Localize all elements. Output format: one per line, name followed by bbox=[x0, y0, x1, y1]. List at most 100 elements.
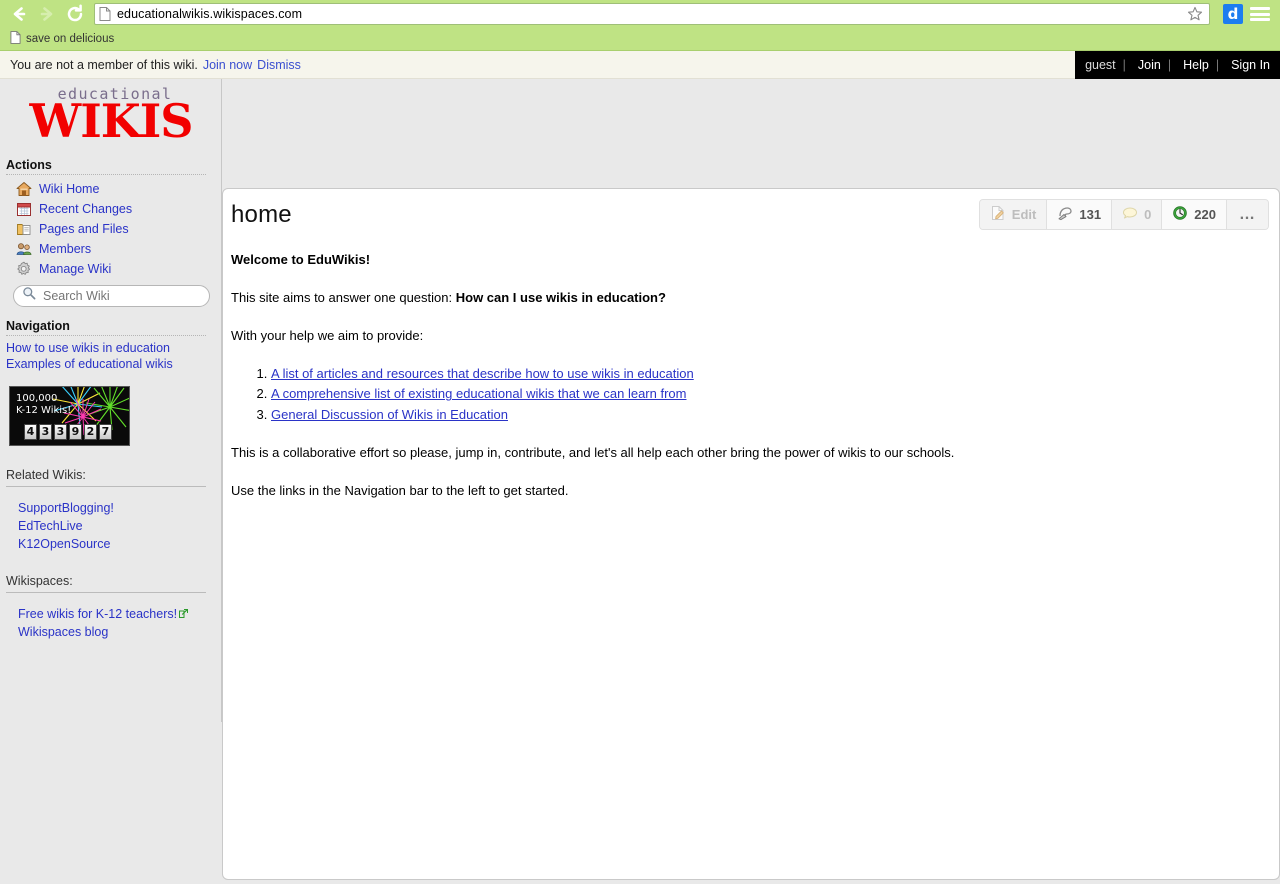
article-link-general-discussion[interactable]: General Discussion of Wikis in Education bbox=[271, 407, 508, 422]
forward-arrow-icon[interactable] bbox=[34, 1, 60, 27]
pages-edits-icon bbox=[1057, 205, 1073, 224]
related-link-edtechlive[interactable]: EdTechLive bbox=[0, 517, 222, 535]
counter-digit: 3 bbox=[54, 423, 67, 440]
user-account-bar: guest | Join | Help | Sign In bbox=[1075, 51, 1280, 79]
comments-count-label: 0 bbox=[1144, 207, 1152, 222]
page-body: educational WIKIS Actions Wiki Home Rece… bbox=[0, 79, 1280, 882]
address-bar[interactable]: educationalwikis.wikispaces.com bbox=[94, 3, 1210, 25]
list-item: A comprehensive list of existing educati… bbox=[271, 385, 1261, 404]
sidebar-item-label: Members bbox=[39, 241, 92, 256]
edit-label: Edit bbox=[1011, 207, 1037, 222]
browser-chrome: educationalwikis.wikispaces.com d save o… bbox=[0, 0, 1280, 51]
counter-digit: 3 bbox=[39, 423, 52, 440]
counter-line2: K-12 Wikis! bbox=[16, 404, 72, 416]
back-arrow-icon[interactable] bbox=[6, 1, 32, 27]
main-area: Edit 131 0 220 … home Welcome to EduWiki… bbox=[222, 79, 1280, 882]
aim-prefix: This site aims to answer one question: bbox=[231, 289, 456, 305]
article-link-list-of-articles[interactable]: A list of articles and resources that de… bbox=[271, 366, 694, 381]
separator: | bbox=[1122, 58, 1126, 72]
navigation-heading: Navigation bbox=[6, 318, 70, 333]
welcome-heading: Welcome to EduWikis! bbox=[231, 252, 371, 267]
delicious-extension-icon[interactable]: d bbox=[1223, 4, 1243, 24]
aim-paragraph: This site aims to answer one question: H… bbox=[231, 289, 1261, 308]
wikispaces-link-blog[interactable]: Wikispaces blog bbox=[0, 623, 222, 641]
sidebar-item-label: Manage Wiki bbox=[39, 261, 112, 276]
more-options-button[interactable]: … bbox=[1227, 200, 1268, 229]
sidebar-item-members[interactable]: Members bbox=[0, 239, 222, 259]
k12-wikis-counter-widget[interactable]: 100,000 K-12 Wikis! 4 3 3 9 2 7 bbox=[9, 385, 130, 446]
search-input[interactable] bbox=[41, 287, 201, 304]
search-wrapper bbox=[0, 279, 222, 309]
counter-digit: 2 bbox=[84, 423, 97, 440]
divider bbox=[6, 173, 206, 175]
sidebar-item-manage-wiki[interactable]: Manage Wiki bbox=[0, 259, 222, 279]
counter-line1: 100,000 bbox=[16, 392, 58, 404]
content-panel: Edit 131 0 220 … home Welcome to EduWiki… bbox=[222, 188, 1280, 880]
wikispaces-link-free-wikis[interactable]: Free wikis for K-12 teachers! bbox=[0, 605, 222, 624]
navigation-hint-paragraph: Use the links in the Navigation bar to t… bbox=[231, 482, 569, 498]
comment-bubble-icon bbox=[1122, 205, 1138, 224]
edits-count-label: 131 bbox=[1079, 207, 1102, 222]
edit-pencil-icon bbox=[990, 205, 1006, 224]
join-link[interactable]: Join bbox=[1138, 58, 1161, 72]
history-count-label: 220 bbox=[1194, 207, 1216, 222]
page-document-icon bbox=[99, 7, 111, 21]
divider bbox=[6, 591, 206, 593]
provide-list: A list of articles and resources that de… bbox=[231, 365, 1261, 426]
comments-count-button[interactable]: 0 bbox=[1112, 200, 1163, 229]
divider bbox=[6, 334, 206, 336]
related-link-supportblogging[interactable]: SupportBlogging! bbox=[0, 499, 222, 517]
counter-digits: 4 3 3 9 2 7 bbox=[24, 423, 112, 440]
url-text: educationalwikis.wikispaces.com bbox=[117, 7, 303, 21]
sidebar-item-wiki-home[interactable]: Wiki Home bbox=[0, 179, 222, 199]
bookmark-label: save on delicious bbox=[26, 33, 115, 45]
notice-text: You are not a member of this wiki. bbox=[10, 57, 198, 72]
counter-digit: 9 bbox=[69, 423, 82, 440]
search-wiki-box[interactable] bbox=[13, 284, 210, 307]
gear-icon bbox=[16, 261, 32, 277]
nav-link-examples[interactable]: Examples of educational wikis bbox=[0, 356, 222, 372]
sidebar-item-pages-and-files[interactable]: Pages and Files bbox=[0, 219, 222, 239]
list-item: General Discussion of Wikis in Education bbox=[271, 406, 1261, 425]
sidebar-item-label: Recent Changes bbox=[39, 201, 133, 216]
counter-digit: 7 bbox=[99, 423, 112, 440]
collaborative-paragraph: This is a collaborative effort so please… bbox=[231, 445, 955, 461]
related-link-k12opensource[interactable]: K12OpenSource bbox=[0, 535, 222, 553]
edit-button[interactable]: Edit bbox=[979, 200, 1048, 229]
article-link-comprehensive-list[interactable]: A comprehensive list of existing educati… bbox=[271, 386, 686, 401]
list-item: A list of articles and resources that de… bbox=[271, 365, 1261, 384]
reload-icon[interactable] bbox=[62, 1, 88, 27]
aim-question: How can I use wikis in education? bbox=[455, 289, 666, 305]
membership-notice-bar: You are not a member of this wiki. Join … bbox=[0, 51, 1280, 79]
browser-toolbar: educationalwikis.wikispaces.com d bbox=[0, 0, 1280, 28]
bookmark-star-icon[interactable] bbox=[1187, 6, 1203, 22]
link-label: Free wikis for K-12 teachers! bbox=[18, 606, 178, 621]
logo-title: WIKIS bbox=[29, 94, 194, 148]
bookmark-save-on-delicious[interactable]: save on delicious bbox=[10, 31, 114, 47]
calendar-icon bbox=[16, 201, 32, 217]
related-wikis-heading: Related Wikis: bbox=[6, 467, 86, 482]
bookmarks-bar: save on delicious bbox=[0, 28, 1280, 50]
search-icon bbox=[22, 286, 36, 305]
separator: | bbox=[1215, 58, 1220, 72]
sign-in-link[interactable]: Sign In bbox=[1231, 58, 1270, 72]
hamburger-menu-icon[interactable] bbox=[1250, 5, 1270, 23]
dismiss-link[interactable]: Dismiss bbox=[257, 58, 301, 72]
history-clock-icon bbox=[1172, 205, 1188, 224]
help-link[interactable]: Help bbox=[1183, 58, 1209, 72]
folder-pages-icon bbox=[16, 221, 32, 237]
history-count-button[interactable]: 220 bbox=[1162, 200, 1227, 229]
separator: | bbox=[1167, 58, 1172, 72]
people-icon bbox=[16, 241, 32, 257]
guest-label: guest bbox=[1085, 58, 1116, 72]
provide-intro: With your help we aim to provide: bbox=[231, 327, 424, 343]
page-toolbar: Edit 131 0 220 … bbox=[978, 199, 1269, 230]
sidebar-item-label: Pages and Files bbox=[39, 221, 129, 236]
house-icon bbox=[16, 181, 32, 197]
wiki-logo[interactable]: educational WIKIS bbox=[0, 79, 222, 148]
sidebar-item-recent-changes[interactable]: Recent Changes bbox=[0, 199, 222, 219]
join-now-link[interactable]: Join now bbox=[203, 58, 252, 72]
counter-digit: 4 bbox=[24, 423, 37, 440]
edits-count-button[interactable]: 131 bbox=[1047, 200, 1113, 229]
nav-link-how-to-use-wikis[interactable]: How to use wikis in education bbox=[0, 340, 222, 356]
